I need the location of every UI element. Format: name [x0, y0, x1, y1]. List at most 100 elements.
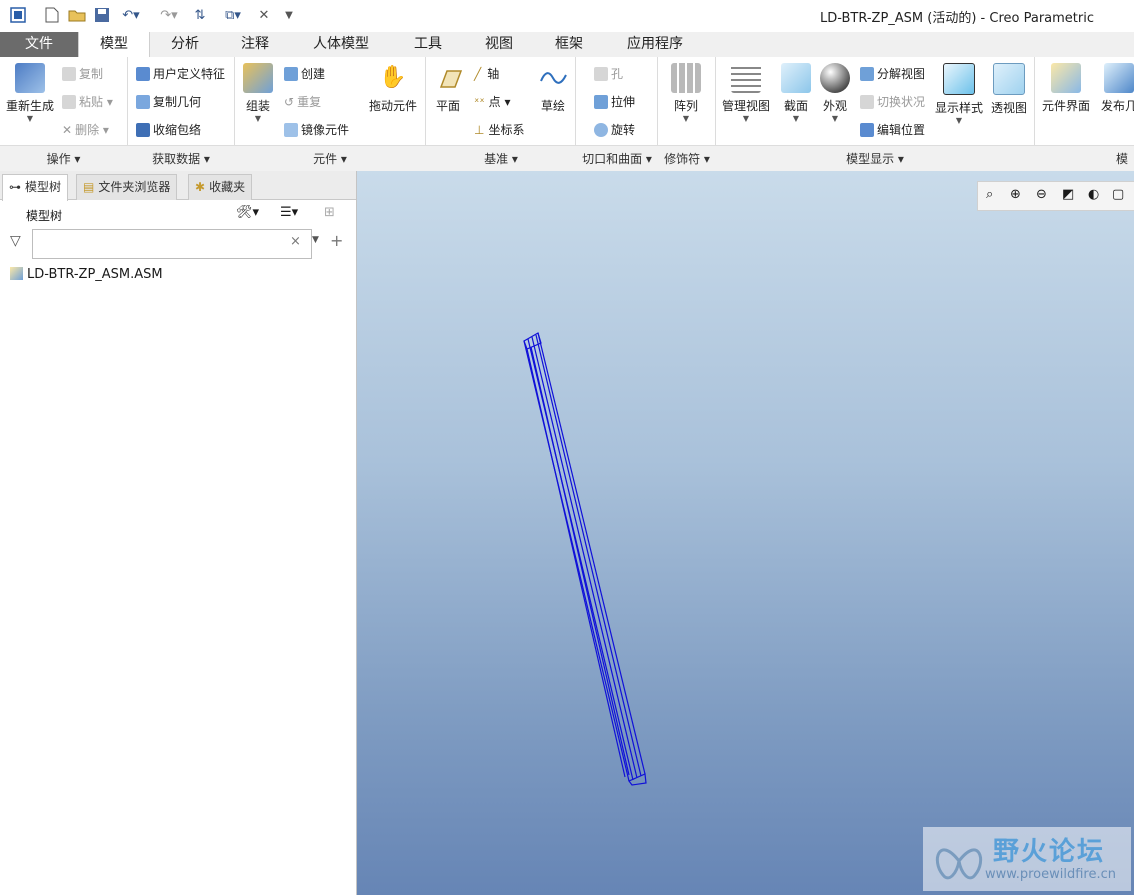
copy-icon: [62, 67, 76, 81]
tab-manikin[interactable]: 人体模型: [290, 32, 392, 57]
plane-button[interactable]: 平面: [430, 63, 466, 114]
drag-component-button[interactable]: ✋ 拖动元件: [366, 63, 420, 114]
mirror-icon: [284, 123, 298, 137]
customize-qat-icon[interactable]: ▼: [282, 7, 296, 23]
tree-item-assembly[interactable]: LD-BTR-ZP_ASM.ASM: [10, 267, 163, 282]
sketch-icon: [538, 63, 568, 93]
explode-view-button[interactable]: 分解视图: [860, 65, 925, 82]
extrude-button[interactable]: 拉伸: [594, 93, 635, 110]
hole-button[interactable]: 孔: [594, 65, 623, 82]
group-modifiers[interactable]: 修饰符 ▾: [658, 150, 716, 167]
shrinkwrap-button[interactable]: 收缩包络: [136, 121, 201, 138]
beam-edge: [537, 332, 646, 775]
windows-icon[interactable]: ⧉▾: [216, 7, 250, 23]
sketch-button[interactable]: 草绘: [536, 63, 570, 114]
copy-geometry-button[interactable]: 复制几何: [136, 93, 201, 110]
tree-columns-icon[interactable]: ⊞: [324, 205, 335, 220]
tab-framework[interactable]: 框架: [534, 32, 604, 57]
graphics-window[interactable]: ⌕ ⊕ ⊖ ◩ ◐ ▢ 野火论坛 www.proewildfire.cn: [357, 171, 1134, 895]
repeat-button[interactable]: ↺ 重复: [284, 93, 321, 110]
delete-button[interactable]: ✕ 删除 ▾: [62, 121, 109, 138]
open-folder-icon[interactable]: [68, 7, 86, 23]
paste-button[interactable]: 粘贴 ▾: [62, 93, 113, 110]
display-style-button[interactable]: 显示样式 ▼: [934, 63, 984, 126]
tab-folder-browser[interactable]: ▤ 文件夹浏览器: [76, 174, 178, 200]
group-label: 元件: [313, 152, 338, 166]
create-button[interactable]: 创建: [284, 65, 325, 82]
regenerate-button[interactable]: 重新生成 ▼: [4, 63, 56, 124]
beam-edge: [526, 348, 626, 778]
tab-tools[interactable]: 工具: [392, 32, 464, 57]
new-file-icon[interactable]: [44, 7, 60, 23]
app-menu-icon[interactable]: [10, 7, 26, 23]
axis-button[interactable]: ╱ 轴: [474, 65, 499, 82]
assemble-button[interactable]: 组装 ▼: [240, 63, 276, 124]
group-model-display[interactable]: 模型显示 ▾: [716, 150, 1034, 167]
tree-show-icon[interactable]: ☰▾: [280, 205, 298, 220]
butterfly-logo-icon: [935, 848, 983, 880]
tab-model[interactable]: 模型: [78, 32, 150, 58]
watermark: 野火论坛 www.proewildfire.cn: [923, 827, 1131, 891]
csys-button[interactable]: ⊥ 坐标系: [474, 121, 524, 138]
component-interface-button[interactable]: 元件界面: [1040, 63, 1092, 114]
beam-edge: [531, 336, 638, 779]
pattern-button[interactable]: 阵列 ▼: [668, 63, 704, 124]
tab-model-tree[interactable]: ⊶ 模型树: [2, 174, 69, 201]
tree-search-input[interactable]: [32, 229, 312, 259]
udf-icon: [136, 67, 150, 81]
edit-position-button[interactable]: 编辑位置: [860, 121, 925, 138]
group-component[interactable]: 元件 ▾: [235, 150, 425, 167]
point-button[interactable]: ˣˣ 点 ▾: [474, 93, 511, 110]
point-icon: ˣˣ: [474, 95, 485, 109]
redo-icon[interactable]: ↷▾: [156, 7, 182, 23]
udf-button[interactable]: 用户定义特征: [136, 65, 225, 82]
tab-label: 收藏夹: [209, 180, 246, 194]
clear-icon[interactable]: ×: [290, 234, 301, 249]
save-icon[interactable]: [94, 7, 110, 23]
perspective-icon: [993, 63, 1025, 95]
revolve-button[interactable]: 旋转: [594, 121, 635, 138]
tab-analysis[interactable]: 分析: [150, 32, 220, 57]
drag-component-label: 拖动元件: [368, 99, 417, 113]
hole-icon: [594, 67, 608, 81]
chevron-down-icon[interactable]: ▼: [312, 235, 319, 245]
section-button[interactable]: 截面 ▼: [780, 63, 812, 124]
mirror-component-button[interactable]: 镜像元件: [284, 121, 349, 138]
ribbon-group-bar: 操作 ▾ 获取数据 ▾ 元件 ▾ 基准 ▾ 切口和曲面 ▾ 修饰符 ▾ 模型显示…: [0, 145, 1134, 172]
edit-position-label: 编辑位置: [877, 123, 926, 137]
tree-settings-icon[interactable]: 🛠▾: [236, 205, 259, 220]
tab-applications[interactable]: 应用程序: [604, 32, 706, 57]
revolve-icon: [594, 123, 608, 137]
group-cut-surface[interactable]: 切口和曲面 ▾: [576, 150, 658, 167]
tab-file[interactable]: 文件: [0, 32, 78, 57]
group-datum[interactable]: 基准 ▾: [426, 150, 576, 167]
tab-label: 文件夹浏览器: [98, 180, 171, 194]
csys-label: 坐标系: [488, 123, 525, 137]
copy-button[interactable]: 复制: [62, 65, 103, 82]
manage-views-button[interactable]: 管理视图 ▼: [720, 63, 772, 124]
group-model-intent[interactable]: 模: [1110, 150, 1134, 167]
filter-icon: ▽: [10, 233, 21, 249]
toggle-status-label: 切换状况: [877, 95, 926, 109]
title-bar: ↶▾ ↷▾ ⇅ ⧉▾ ✕ ▼ LD-BTR-ZP_ASM (活动的) - Cre…: [0, 0, 1134, 32]
publish-geometry-button[interactable]: 发布几: [1096, 63, 1134, 114]
group-operations[interactable]: 操作 ▾: [0, 150, 127, 167]
regenerate-qat-icon[interactable]: ⇅: [192, 7, 208, 23]
chevron-down-icon: ▼: [742, 114, 750, 123]
assembly-icon: [10, 267, 23, 280]
tab-annotate[interactable]: 注释: [220, 32, 290, 57]
axis-icon: ╱: [474, 67, 482, 81]
tab-view[interactable]: 视图: [464, 32, 534, 57]
toggle-status-button[interactable]: 切换状况: [860, 93, 925, 110]
undo-icon[interactable]: ↶▾: [118, 7, 144, 23]
watermark-title: 野火论坛: [993, 837, 1106, 867]
hand-drag-icon: ✋: [379, 65, 407, 90]
group-label: 切口和曲面: [582, 152, 643, 166]
group-get-data[interactable]: 获取数据 ▾: [128, 150, 234, 167]
tab-favorites[interactable]: ✱ 收藏夹: [188, 174, 253, 200]
perspective-button[interactable]: 透视图: [988, 63, 1030, 116]
close-window-icon[interactable]: ✕: [256, 7, 272, 23]
appearance-button[interactable]: 外观 ▼: [818, 63, 852, 124]
add-icon[interactable]: +: [330, 231, 343, 250]
extrude-label: 拉伸: [611, 95, 636, 109]
